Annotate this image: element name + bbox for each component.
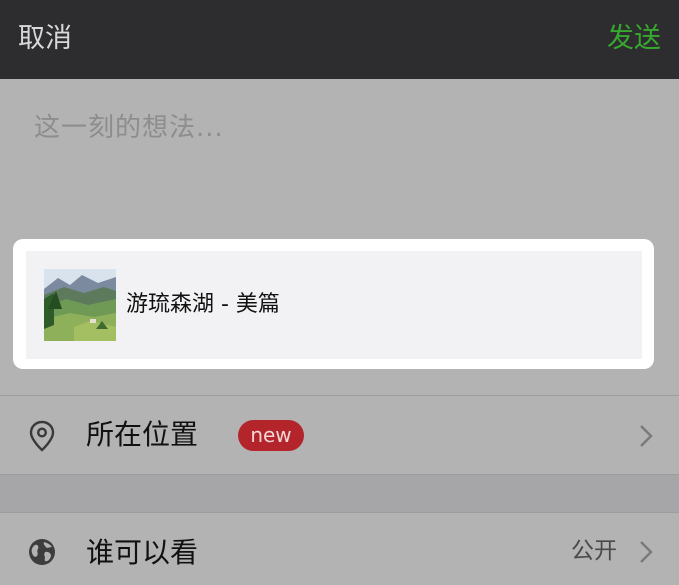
cancel-button[interactable]: 取消: [18, 20, 72, 58]
top-bar: 取消 发送: [0, 0, 679, 79]
shared-link-title: 游琉森湖 - 美篇: [126, 292, 280, 317]
shared-link-card: 游琉森湖 - 美篇: [13, 239, 654, 369]
chevron-right-icon: [638, 423, 654, 449]
shared-link[interactable]: 游琉森湖 - 美篇: [26, 251, 642, 359]
location-pin-icon: [27, 420, 57, 452]
visibility-value: 公开: [571, 538, 617, 564]
compose-area[interactable]: 这一刻的想法...: [0, 79, 679, 241]
visibility-label: 谁可以看: [86, 536, 199, 569]
section-gap: [0, 475, 679, 512]
landscape-thumbnail: [44, 269, 116, 341]
location-row[interactable]: 所在位置 new: [0, 396, 679, 474]
new-badge: new: [238, 420, 304, 451]
send-button[interactable]: 发送: [607, 20, 661, 58]
visibility-row[interactable]: 谁可以看 公开: [0, 513, 679, 585]
location-label: 所在位置: [86, 418, 199, 451]
chevron-right-icon: [638, 539, 654, 565]
globe-icon: [27, 537, 57, 567]
compose-placeholder: 这一刻的想法...: [34, 113, 224, 143]
